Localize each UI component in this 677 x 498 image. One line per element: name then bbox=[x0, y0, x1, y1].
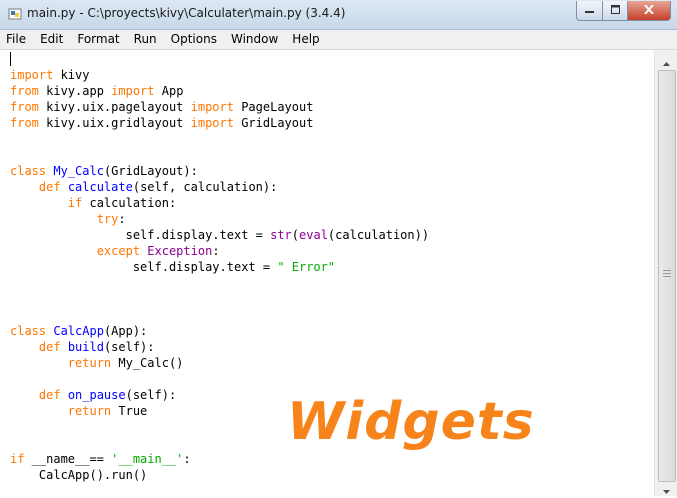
menu-bar: File Edit Format Run Options Window Help bbox=[0, 30, 677, 50]
window-title: main.py - C:\proyects\kivy\Calculater\ma… bbox=[27, 6, 346, 20]
arrow-down-icon bbox=[663, 479, 670, 498]
window-controls bbox=[576, 1, 671, 21]
minimize-button[interactable] bbox=[576, 1, 603, 21]
code-line-13: self.display.text = " Error" bbox=[10, 260, 336, 274]
code-line-7: class My_Calc(GridLayout): bbox=[10, 164, 198, 178]
idle-python-icon bbox=[8, 6, 22, 20]
close-button[interactable] bbox=[628, 1, 671, 21]
maximize-icon bbox=[610, 4, 620, 17]
scroll-up-button[interactable] bbox=[658, 52, 675, 69]
grip-line bbox=[663, 270, 671, 271]
menu-file[interactable]: File bbox=[0, 30, 33, 49]
code-line-1: import kivy bbox=[10, 68, 90, 82]
code-line-10: try: bbox=[10, 212, 126, 226]
widgets-overlay-label: Widgets bbox=[287, 392, 535, 452]
code-line-12: except Exception: bbox=[10, 244, 220, 258]
text-cursor bbox=[10, 52, 11, 66]
maximize-button[interactable] bbox=[603, 1, 628, 21]
code-line-4: from kivy.uix.gridlayout import GridLayo… bbox=[10, 116, 314, 130]
arrow-up-icon bbox=[663, 51, 670, 70]
grip-line bbox=[663, 276, 671, 277]
code-line-9: if calculation: bbox=[10, 196, 177, 210]
menu-run[interactable]: Run bbox=[127, 30, 164, 49]
code-line-25: if __name__== '__main__': bbox=[10, 452, 191, 466]
code-line-11: self.display.text = str(eval(calculation… bbox=[10, 228, 430, 242]
menu-format[interactable]: Format bbox=[70, 30, 126, 49]
code-line-8: def calculate(self, calculation): bbox=[10, 180, 278, 194]
code-editor[interactable]: import kivy from kivy.app import App fro… bbox=[0, 50, 654, 496]
title-bar: main.py - C:\proyects\kivy\Calculater\ma… bbox=[0, 0, 677, 30]
scroll-down-button[interactable] bbox=[658, 480, 675, 497]
minimize-icon bbox=[585, 4, 594, 17]
code-line-3: from kivy.uix.pagelayout import PageLayo… bbox=[10, 100, 314, 114]
code-line-18: def build(self): bbox=[10, 340, 155, 354]
menu-window[interactable]: Window bbox=[224, 30, 285, 49]
code-line-19: return My_Calc() bbox=[10, 356, 184, 370]
scroll-thumb[interactable] bbox=[658, 70, 676, 482]
menu-help[interactable]: Help bbox=[285, 30, 326, 49]
vertical-scrollbar[interactable] bbox=[654, 50, 677, 496]
code-line-17: class CalcApp(App): bbox=[10, 324, 148, 338]
code-line-2: from kivy.app import App bbox=[10, 84, 184, 98]
grip-line bbox=[663, 273, 671, 274]
menu-options[interactable]: Options bbox=[164, 30, 224, 49]
close-icon bbox=[644, 4, 654, 17]
code-line-26: CalcApp().run() bbox=[10, 468, 148, 482]
menu-edit[interactable]: Edit bbox=[33, 30, 70, 49]
